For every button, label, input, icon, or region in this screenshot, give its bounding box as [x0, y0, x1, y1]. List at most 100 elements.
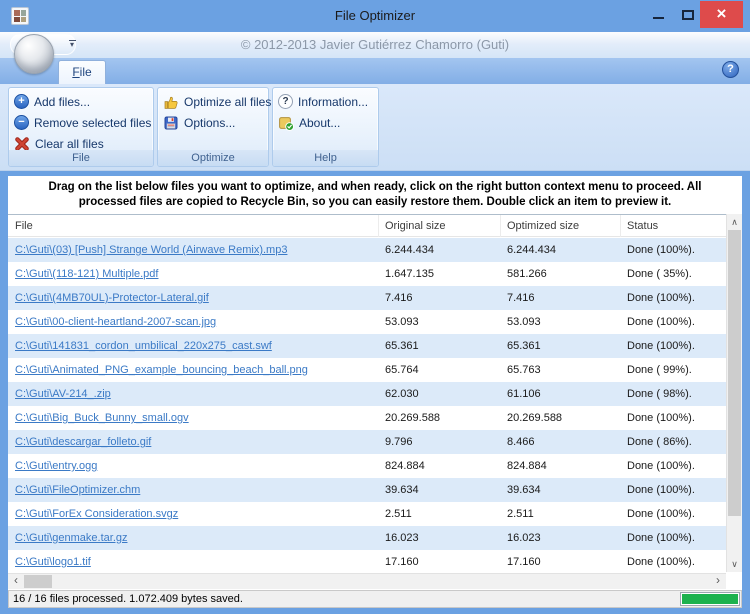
- original-size-cell: 65.361: [379, 334, 501, 358]
- ribbon-group-optimize: Optimize all files Options... Optimize: [157, 87, 269, 167]
- file-cell: C:\Guti\Big_Buck_Bunny_small.ogv: [8, 406, 379, 430]
- file-link[interactable]: C:\Guti\entry.ogg: [15, 460, 97, 472]
- options-button[interactable]: Options...: [158, 112, 268, 133]
- original-size-cell: 2.511: [379, 502, 501, 526]
- file-link[interactable]: C:\Guti\Big_Buck_Bunny_small.ogv: [15, 412, 189, 424]
- table-row[interactable]: C:\Guti\FileOptimizer.chm39.63439.634Don…: [8, 478, 726, 502]
- titlebar: File Optimizer ×: [0, 0, 750, 32]
- tab-strip: File ?: [0, 58, 750, 84]
- status-cell: Done ( 86%).: [621, 430, 726, 454]
- add-files-button[interactable]: + Add files...: [9, 91, 153, 112]
- optimized-size-cell: 65.763: [501, 358, 621, 382]
- original-size-cell: 824.884: [379, 454, 501, 478]
- maximize-button[interactable]: [674, 2, 702, 30]
- horizontal-scrollbar-thumb[interactable]: [24, 575, 52, 588]
- scroll-up-icon[interactable]: ∧: [727, 214, 742, 230]
- vertical-scrollbar-thumb[interactable]: [728, 230, 741, 516]
- table-row[interactable]: C:\Guti\entry.ogg824.884824.884Done (100…: [8, 454, 726, 478]
- optimize-all-files-button[interactable]: Optimize all files: [158, 91, 268, 112]
- column-header-status[interactable]: Status: [621, 215, 726, 237]
- file-cell: C:\Guti\genmake.tar.gz: [8, 526, 379, 550]
- table-row[interactable]: C:\Guti\AV-214_.zip62.03061.106Done ( 98…: [8, 382, 726, 406]
- status-cell: Done (100%).: [621, 454, 726, 478]
- column-header-optimized-size[interactable]: Optimized size: [501, 215, 621, 237]
- table-row[interactable]: C:\Guti\genmake.tar.gz16.02316.023Done (…: [8, 526, 726, 550]
- information-icon: ?: [278, 94, 293, 109]
- optimized-size-cell: 17.160: [501, 550, 621, 573]
- original-size-cell: 6.244.434: [379, 238, 501, 262]
- table-row[interactable]: C:\Guti\logo1.tif17.16017.160Done (100%)…: [8, 550, 726, 573]
- table-row[interactable]: C:\Guti\(4MB70UL)-Protector-Lateral.gif 7…: [8, 286, 726, 310]
- information-button[interactable]: ? Information...: [273, 91, 378, 112]
- original-size-cell: 53.093: [379, 310, 501, 334]
- file-link[interactable]: C:\Guti\Animated_PNG_example_bouncing_be…: [15, 364, 308, 376]
- scroll-right-icon[interactable]: ›: [710, 574, 726, 589]
- remove-icon: −: [14, 115, 29, 130]
- file-link[interactable]: C:\Guti\(4MB70UL)-Protector-Lateral.gif: [15, 292, 209, 304]
- original-size-cell: 39.634: [379, 478, 501, 502]
- help-icon[interactable]: ?: [722, 61, 739, 78]
- window-title: File Optimizer: [0, 0, 750, 32]
- remove-selected-files-button[interactable]: − Remove selected files: [9, 112, 153, 133]
- file-link[interactable]: C:\Guti\00-client-heartland-2007-scan.jp…: [15, 316, 216, 328]
- button-label: Clear all files: [35, 137, 104, 151]
- optimized-size-cell: 7.416: [501, 286, 621, 310]
- table-row[interactable]: C:\Guti\ForEx Consideration.svgz 2.5112.5…: [8, 502, 726, 526]
- original-size-cell: 65.764: [379, 358, 501, 382]
- table-row[interactable]: C:\Guti\Animated_PNG_example_bouncing_be…: [8, 358, 726, 382]
- vertical-scrollbar[interactable]: ∧ ∨: [726, 214, 742, 572]
- status-cell: Done (100%).: [621, 502, 726, 526]
- file-cell: C:\Guti\ForEx Consideration.svgz: [8, 502, 379, 526]
- optimized-size-cell: 20.269.588: [501, 406, 621, 430]
- file-link[interactable]: C:\Guti\ForEx Consideration.svgz: [15, 508, 178, 520]
- minimize-button[interactable]: [644, 2, 672, 30]
- close-button[interactable]: ×: [700, 1, 743, 28]
- table-row[interactable]: C:\Guti\descargar_folleto.gif9.7968.466D…: [8, 430, 726, 454]
- ribbon-group-help: ? Information... About... Help: [272, 87, 379, 167]
- file-cell: C:\Guti\descargar_folleto.gif: [8, 430, 379, 454]
- file-link[interactable]: C:\Guti\(118-121) Multiple.pdf: [15, 268, 158, 280]
- file-link[interactable]: C:\Guti\FileOptimizer.chm: [15, 484, 140, 496]
- file-cell: C:\Guti\00-client-heartland-2007-scan.jp…: [8, 310, 379, 334]
- tab-file[interactable]: File: [58, 60, 106, 84]
- add-icon: +: [14, 94, 29, 109]
- about-button[interactable]: About...: [273, 112, 378, 133]
- table-row[interactable]: C:\Guti\141831_cordon_umbilical_220x275_…: [8, 334, 726, 358]
- copyright-text: © 2012-2013 Javier Gutiérrez Chamorro (G…: [0, 32, 750, 57]
- client-area: Drag on the list below files you want to…: [8, 176, 742, 608]
- file-cell: C:\Guti\141831_cordon_umbilical_220x275_…: [8, 334, 379, 358]
- file-link[interactable]: C:\Guti\AV-214_.zip: [15, 388, 111, 400]
- column-header-original-size[interactable]: Original size: [379, 215, 501, 237]
- file-cell: C:\Guti\(4MB70UL)-Protector-Lateral.gif: [8, 286, 379, 310]
- options-icon: [163, 115, 179, 131]
- file-cell: C:\Guti\(03) [Push] Strange World (Airwa…: [8, 238, 379, 262]
- table-row[interactable]: C:\Guti\(03) [Push] Strange World (Airwa…: [8, 238, 726, 262]
- table-row[interactable]: C:\Guti\00-client-heartland-2007-scan.jp…: [8, 310, 726, 334]
- original-size-cell: 20.269.588: [379, 406, 501, 430]
- minimize-icon: [653, 17, 664, 19]
- app-menu-orb-button[interactable]: [14, 34, 54, 74]
- status-cell: Done ( 99%).: [621, 358, 726, 382]
- scroll-down-icon[interactable]: ∨: [727, 556, 742, 572]
- qat-dropdown-icon[interactable]: ▾: [66, 37, 78, 53]
- file-cell: C:\Guti\entry.ogg: [8, 454, 379, 478]
- file-cell: C:\Guti\logo1.tif: [8, 550, 379, 573]
- file-link[interactable]: C:\Guti\141831_cordon_umbilical_220x275_…: [15, 340, 272, 352]
- scroll-left-icon[interactable]: ‹: [8, 574, 24, 589]
- optimized-size-cell: 61.106: [501, 382, 621, 406]
- optimized-size-cell: 2.511: [501, 502, 621, 526]
- column-header-file[interactable]: File: [8, 215, 379, 237]
- table-row[interactable]: C:\Guti\Big_Buck_Bunny_small.ogv 20.269.5…: [8, 406, 726, 430]
- chevron-down-icon: ▾: [66, 41, 78, 48]
- progress-bar: [680, 592, 740, 606]
- button-label: Information...: [298, 95, 368, 109]
- file-link[interactable]: C:\Guti\(03) [Push] Strange World (Airwa…: [15, 244, 287, 256]
- file-link[interactable]: C:\Guti\genmake.tar.gz: [15, 532, 128, 544]
- file-link[interactable]: C:\Guti\descargar_folleto.gif: [15, 436, 151, 448]
- optimized-size-cell: 39.634: [501, 478, 621, 502]
- status-cell: Done (100%).: [621, 550, 726, 573]
- maximize-icon: [682, 10, 694, 20]
- horizontal-scrollbar[interactable]: ‹ ›: [8, 573, 726, 589]
- file-link[interactable]: C:\Guti\logo1.tif: [15, 556, 91, 568]
- table-row[interactable]: C:\Guti\(118-121) Multiple.pdf1.647.1355…: [8, 262, 726, 286]
